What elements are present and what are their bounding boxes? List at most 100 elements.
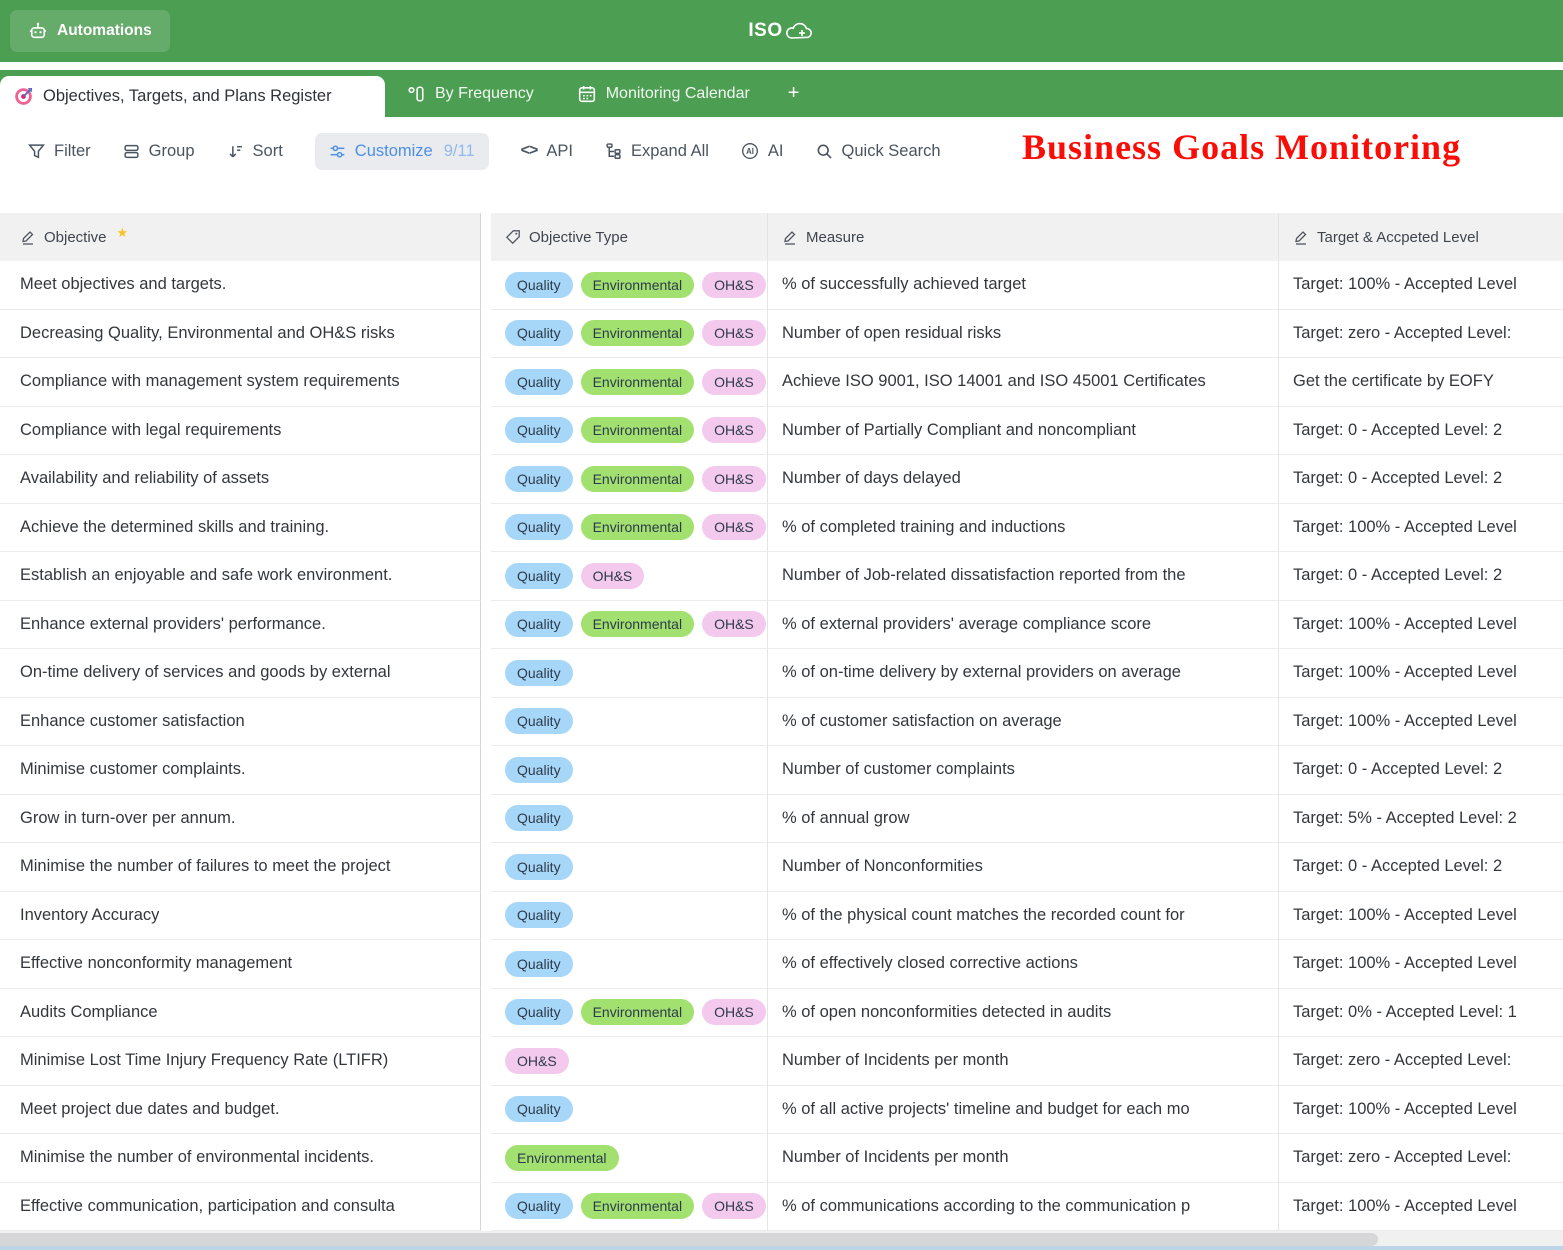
table-row[interactable]: Compliance with legal requirements Quali… xyxy=(0,407,1563,456)
objective-cell[interactable]: Effective nonconformity management xyxy=(0,940,481,989)
objective-cell[interactable]: Availability and reliability of assets xyxy=(0,455,481,504)
measure-cell[interactable]: % of all active projects' timeline and b… xyxy=(767,1086,1278,1135)
target-cell[interactable]: Target: zero - Accepted Level: xyxy=(1278,1134,1563,1183)
objective-type-cell[interactable]: Quality xyxy=(491,843,767,892)
measure-cell[interactable]: % of effectively closed corrective actio… xyxy=(767,940,1278,989)
target-cell[interactable]: Target: 0 - Accepted Level: 2 xyxy=(1278,843,1563,892)
objective-cell[interactable]: Establish an enjoyable and safe work env… xyxy=(0,552,481,601)
objective-cell[interactable]: Minimise the number of failures to meet … xyxy=(0,843,481,892)
objective-type-cell[interactable]: Quality xyxy=(491,649,767,698)
objective-cell[interactable]: Grow in turn-over per annum. xyxy=(0,795,481,844)
table-row[interactable]: Meet objectives and targets. QualityEnvi… xyxy=(0,261,1563,310)
tab-objectives-register[interactable]: Objectives, Targets, and Plans Register xyxy=(0,76,385,117)
table-row[interactable]: Establish an enjoyable and safe work env… xyxy=(0,552,1563,601)
measure-cell[interactable]: Number of days delayed xyxy=(767,455,1278,504)
table-row[interactable]: Availability and reliability of assets Q… xyxy=(0,455,1563,504)
api-button[interactable]: <> API xyxy=(521,142,573,161)
column-header-target[interactable]: Target & Accpeted Level xyxy=(1278,213,1563,261)
objective-type-cell[interactable]: QualityEnvironmentalOH&S xyxy=(491,261,767,310)
automations-button[interactable]: Automations xyxy=(10,10,170,52)
table-row[interactable]: Enhance external providers' performance.… xyxy=(0,601,1563,650)
objective-cell[interactable]: Compliance with legal requirements xyxy=(0,407,481,456)
target-cell[interactable]: Target: 100% - Accepted Level xyxy=(1278,504,1563,553)
objective-type-cell[interactable]: OH&S xyxy=(491,1037,767,1086)
column-header-objective[interactable]: Objective ★ xyxy=(0,213,481,261)
target-cell[interactable]: Target: zero - Accepted Level: xyxy=(1278,310,1563,359)
objective-type-cell[interactable]: QualityEnvironmentalOH&S xyxy=(491,455,767,504)
objective-cell[interactable]: Meet project due dates and budget. xyxy=(0,1086,481,1135)
table-row[interactable]: Achieve the determined skills and traini… xyxy=(0,504,1563,553)
tab-by-frequency[interactable]: By Frequency xyxy=(385,70,556,117)
measure-cell[interactable]: Number of Nonconformities xyxy=(767,843,1278,892)
target-cell[interactable]: Target: 100% - Accepted Level xyxy=(1278,601,1563,650)
table-row[interactable]: Effective communication, participation a… xyxy=(0,1183,1563,1232)
table-row[interactable]: Effective nonconformity management Quali… xyxy=(0,940,1563,989)
objective-type-cell[interactable]: Environmental xyxy=(491,1134,767,1183)
measure-cell[interactable]: Number of Job-related dissatisfaction re… xyxy=(767,552,1278,601)
objective-type-cell[interactable]: QualityEnvironmentalOH&S xyxy=(491,504,767,553)
measure-cell[interactable]: % of completed training and inductions xyxy=(767,504,1278,553)
measure-cell[interactable]: % of communications according to the com… xyxy=(767,1183,1278,1232)
target-cell[interactable]: Target: 100% - Accepted Level xyxy=(1278,1183,1563,1232)
table-row[interactable]: Audits Compliance QualityEnvironmentalOH… xyxy=(0,989,1563,1038)
target-cell[interactable]: Target: 0% - Accepted Level: 1 xyxy=(1278,989,1563,1038)
filter-button[interactable]: Filter xyxy=(28,142,91,161)
table-row[interactable]: Minimise customer complaints. Quality Nu… xyxy=(0,746,1563,795)
quick-search-button[interactable]: Quick Search xyxy=(816,142,941,161)
expand-all-button[interactable]: Expand All xyxy=(605,142,709,161)
objective-cell[interactable]: Achieve the determined skills and traini… xyxy=(0,504,481,553)
objective-type-cell[interactable]: QualityEnvironmentalOH&S xyxy=(491,1183,767,1232)
table-row[interactable]: On-time delivery of services and goods b… xyxy=(0,649,1563,698)
target-cell[interactable]: Target: 100% - Accepted Level xyxy=(1278,649,1563,698)
tab-monitoring-calendar[interactable]: Monitoring Calendar xyxy=(556,70,772,117)
measure-cell[interactable]: % of on-time delivery by external provid… xyxy=(767,649,1278,698)
measure-cell[interactable]: % of the physical count matches the reco… xyxy=(767,892,1278,941)
column-header-measure[interactable]: Measure xyxy=(767,213,1278,261)
target-cell[interactable]: Target: 0 - Accepted Level: 2 xyxy=(1278,552,1563,601)
add-tab-button[interactable]: + xyxy=(772,70,816,117)
table-row[interactable]: Meet project due dates and budget. Quali… xyxy=(0,1086,1563,1135)
target-cell[interactable]: Target: 100% - Accepted Level xyxy=(1278,1086,1563,1135)
measure-cell[interactable]: Number of customer complaints xyxy=(767,746,1278,795)
objective-cell[interactable]: Enhance external providers' performance. xyxy=(0,601,481,650)
measure-cell[interactable]: Number of Incidents per month xyxy=(767,1134,1278,1183)
target-cell[interactable]: Target: 0 - Accepted Level: 2 xyxy=(1278,746,1563,795)
objective-type-cell[interactable]: QualityEnvironmentalOH&S xyxy=(491,601,767,650)
group-button[interactable]: Group xyxy=(123,142,195,161)
objective-cell[interactable]: Decreasing Quality, Environmental and OH… xyxy=(0,310,481,359)
objective-type-cell[interactable]: Quality xyxy=(491,892,767,941)
objective-type-cell[interactable]: Quality xyxy=(491,746,767,795)
objective-cell[interactable]: Enhance customer satisfaction xyxy=(0,698,481,747)
measure-cell[interactable]: Number of Partially Compliant and noncom… xyxy=(767,407,1278,456)
objective-cell[interactable]: Audits Compliance xyxy=(0,989,481,1038)
customize-button[interactable]: Customize 9/11 xyxy=(315,133,489,170)
objective-cell[interactable]: Meet objectives and targets. xyxy=(0,261,481,310)
table-row[interactable]: Minimise the number of failures to meet … xyxy=(0,843,1563,892)
objective-type-cell[interactable]: QualityEnvironmentalOH&S xyxy=(491,407,767,456)
target-cell[interactable]: Get the certificate by EOFY xyxy=(1278,358,1563,407)
scrollbar-thumb[interactable] xyxy=(0,1233,1378,1246)
objective-type-cell[interactable]: Quality xyxy=(491,795,767,844)
objective-cell[interactable]: Minimise customer complaints. xyxy=(0,746,481,795)
table-row[interactable]: Grow in turn-over per annum. Quality % o… xyxy=(0,795,1563,844)
table-row[interactable]: Minimise the number of environmental inc… xyxy=(0,1134,1563,1183)
target-cell[interactable]: Target: 5% - Accepted Level: 2 xyxy=(1278,795,1563,844)
measure-cell[interactable]: % of annual grow xyxy=(767,795,1278,844)
target-cell[interactable]: Target: 100% - Accepted Level xyxy=(1278,698,1563,747)
measure-cell[interactable]: % of external providers' average complia… xyxy=(767,601,1278,650)
objective-type-cell[interactable]: Quality xyxy=(491,1086,767,1135)
measure-cell[interactable]: % of open nonconformities detected in au… xyxy=(767,989,1278,1038)
measure-cell[interactable]: % of customer satisfaction on average xyxy=(767,698,1278,747)
table-row[interactable]: Compliance with management system requir… xyxy=(0,358,1563,407)
objective-type-cell[interactable]: QualityEnvironmentalOH&S xyxy=(491,310,767,359)
objective-cell[interactable]: Inventory Accuracy xyxy=(0,892,481,941)
measure-cell[interactable]: Number of Incidents per month xyxy=(767,1037,1278,1086)
objective-cell[interactable]: Minimise Lost Time Injury Frequency Rate… xyxy=(0,1037,481,1086)
objective-cell[interactable]: Effective communication, participation a… xyxy=(0,1183,481,1232)
sort-button[interactable]: Sort xyxy=(227,142,283,161)
column-header-objective-type[interactable]: Objective Type xyxy=(491,213,767,261)
table-row[interactable]: Enhance customer satisfaction Quality % … xyxy=(0,698,1563,747)
measure-cell[interactable]: Achieve ISO 9001, ISO 14001 and ISO 4500… xyxy=(767,358,1278,407)
target-cell[interactable]: Target: 0 - Accepted Level: 2 xyxy=(1278,407,1563,456)
objective-type-cell[interactable]: Quality xyxy=(491,940,767,989)
